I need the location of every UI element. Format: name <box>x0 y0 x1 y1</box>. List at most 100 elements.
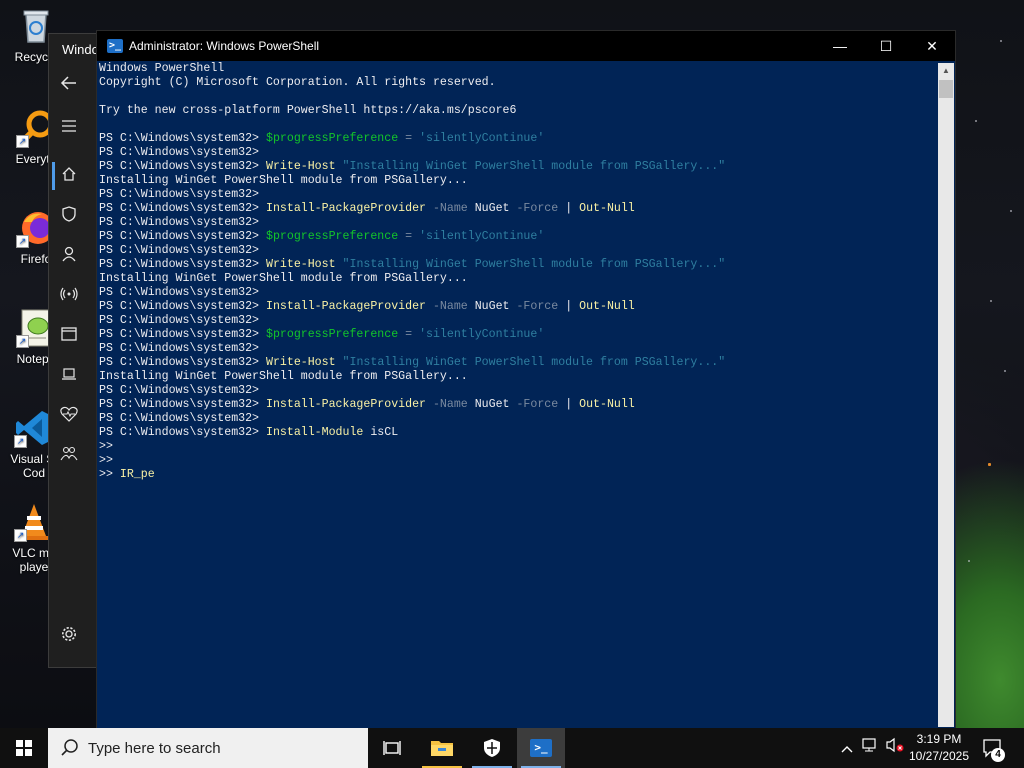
console-token: PS C:\Windows\system32> <box>99 398 266 411</box>
console-token: Write-Host <box>265 160 336 173</box>
window-icon[interactable] <box>58 326 80 348</box>
console-line: Windows PowerShell <box>99 62 937 76</box>
scrollbar-thumb[interactable] <box>939 80 953 98</box>
powershell-window-title: Administrator: Windows PowerShell <box>129 39 320 53</box>
console-token: Copyright (C) Microsoft Corporation. All… <box>99 76 496 89</box>
console-token: -Name <box>426 202 475 215</box>
console-token: $progressPreference <box>265 328 399 341</box>
console-line: Try the new cross-platform PowerShell ht… <box>99 104 937 118</box>
console-line: PS C:\Windows\system32> <box>99 188 937 202</box>
console-line: PS C:\Windows\system32> $progressPrefere… <box>99 132 937 146</box>
clock-time: 3:19 PM <box>916 732 962 746</box>
windows-security-icon <box>484 739 500 757</box>
taskbar-task-view-button[interactable] <box>368 728 416 768</box>
settings-window-title: Windo <box>62 42 99 57</box>
console-token: isCL <box>363 426 399 439</box>
console-token: >> <box>99 468 120 481</box>
console-token: Write-Host <box>265 258 336 271</box>
volume-muted-icon[interactable] <box>884 728 906 768</box>
wireless-icon[interactable] <box>58 286 80 308</box>
console-line: PS C:\Windows\system32> <box>99 244 937 258</box>
console-token: | <box>565 202 580 215</box>
console-token: Write-Host <box>265 356 336 369</box>
console-line: PS C:\Windows\system32> Write-Host "Inst… <box>99 258 937 272</box>
start-button[interactable] <box>0 728 48 768</box>
taskbar: Type here to search >_ 3:19 PM 10/27/202… <box>0 728 1024 768</box>
powershell-console-output[interactable]: Windows PowerShell Copyright (C) Microsof… <box>99 62 937 726</box>
system-clock[interactable]: 3:19 PM 10/27/2025 <box>906 731 972 765</box>
console-token: Installing WinGet PowerShell module from… <box>99 272 468 285</box>
home-icon[interactable] <box>58 166 80 188</box>
console-token: -Force <box>509 300 566 313</box>
console-token: = <box>398 132 420 145</box>
console-token: "Installing WinGet PowerShell module fro… <box>342 160 726 173</box>
console-line: Copyright (C) Microsoft Corporation. All… <box>99 76 937 90</box>
console-token: 'silentlyContinue' <box>419 132 545 145</box>
console-token: PS C:\Windows\system32> <box>99 230 266 243</box>
search-icon <box>60 738 80 758</box>
taskbar-windows-security-button[interactable] <box>468 728 516 768</box>
powershell-titlebar[interactable]: >_ Administrator: Windows PowerShell — ☐… <box>97 31 955 61</box>
console-token: PS C:\Windows\system32> <box>99 342 260 355</box>
console-token: PS C:\Windows\system32> <box>99 202 266 215</box>
scroll-up-arrow-icon[interactable]: ▲ <box>938 63 954 79</box>
console-token: PS C:\Windows\system32> <box>99 160 266 173</box>
console-line: PS C:\Windows\system32> <box>99 412 937 426</box>
console-token: >> <box>99 454 113 467</box>
shield-icon[interactable] <box>58 206 80 228</box>
show-hidden-icons-chevron-icon[interactable] <box>838 728 856 768</box>
console-line: PS C:\Windows\system32> Install-PackageP… <box>99 202 937 216</box>
search-placeholder: Type here to search <box>88 740 221 757</box>
console-token: PS C:\Windows\system32> <box>99 384 260 397</box>
console-scrollbar[interactable]: ▲ <box>938 63 954 727</box>
laptop-icon[interactable] <box>58 366 80 388</box>
console-token: Out-Null <box>579 300 635 313</box>
console-token: PS C:\Windows\system32> <box>99 258 266 271</box>
taskbar-search-box[interactable]: Type here to search <box>48 728 368 768</box>
network-disconnected-icon[interactable] <box>860 728 880 768</box>
console-token <box>336 258 343 271</box>
console-line: >> <box>99 440 937 454</box>
account-icon[interactable] <box>58 246 80 268</box>
console-token: -Force <box>509 398 566 411</box>
console-token: | <box>565 300 580 313</box>
console-token <box>336 356 343 369</box>
console-token: PS C:\Windows\system32> <box>99 188 260 201</box>
console-token: -Force <box>509 202 566 215</box>
powershell-app-icon: >_ <box>107 39 123 53</box>
maximize-button[interactable]: ☐ <box>863 31 909 61</box>
console-token: PS C:\Windows\system32> <box>99 216 260 229</box>
heart-icon[interactable] <box>58 406 80 428</box>
console-line: PS C:\Windows\system32> <box>99 146 937 160</box>
hamburger-menu-icon[interactable] <box>58 118 80 140</box>
console-token: | <box>565 398 580 411</box>
console-token: $progressPreference <box>265 132 399 145</box>
close-button[interactable]: ✕ <box>909 31 955 61</box>
family-icon[interactable] <box>58 446 80 468</box>
console-line: Installing WinGet PowerShell module from… <box>99 174 937 188</box>
gear-icon[interactable] <box>58 626 80 648</box>
console-line: PS C:\Windows\system32> <box>99 384 937 398</box>
console-token <box>336 160 343 173</box>
console-line: PS C:\Windows\system32> Install-Module i… <box>99 426 937 440</box>
console-token: PS C:\Windows\system32> <box>99 146 260 159</box>
console-line: >> IR_pe <box>99 468 937 482</box>
task-view-icon <box>383 741 401 755</box>
taskbar-powershell-button[interactable]: >_ <box>517 728 565 768</box>
console-line: PS C:\Windows\system32> <box>99 216 937 230</box>
console-token: Windows PowerShell <box>99 62 225 75</box>
taskbar-file-explorer-button[interactable] <box>418 728 466 768</box>
console-token: Installing WinGet PowerShell module from… <box>99 174 468 187</box>
console-line: PS C:\Windows\system32> <box>99 342 937 356</box>
minimize-button[interactable]: — <box>817 31 863 61</box>
console-line: Installing WinGet PowerShell module from… <box>99 272 937 286</box>
console-line: PS C:\Windows\system32> Write-Host "Inst… <box>99 356 937 370</box>
powershell-window[interactable]: >_ Administrator: Windows PowerShell — ☐… <box>96 30 956 730</box>
console-token: PS C:\Windows\system32> <box>99 314 260 327</box>
console-token: Try the new cross-platform PowerShell ht… <box>99 104 517 117</box>
back-arrow-icon[interactable] <box>58 74 80 96</box>
console-token: PS C:\Windows\system32> <box>99 328 266 341</box>
console-token: Out-Null <box>579 202 635 215</box>
